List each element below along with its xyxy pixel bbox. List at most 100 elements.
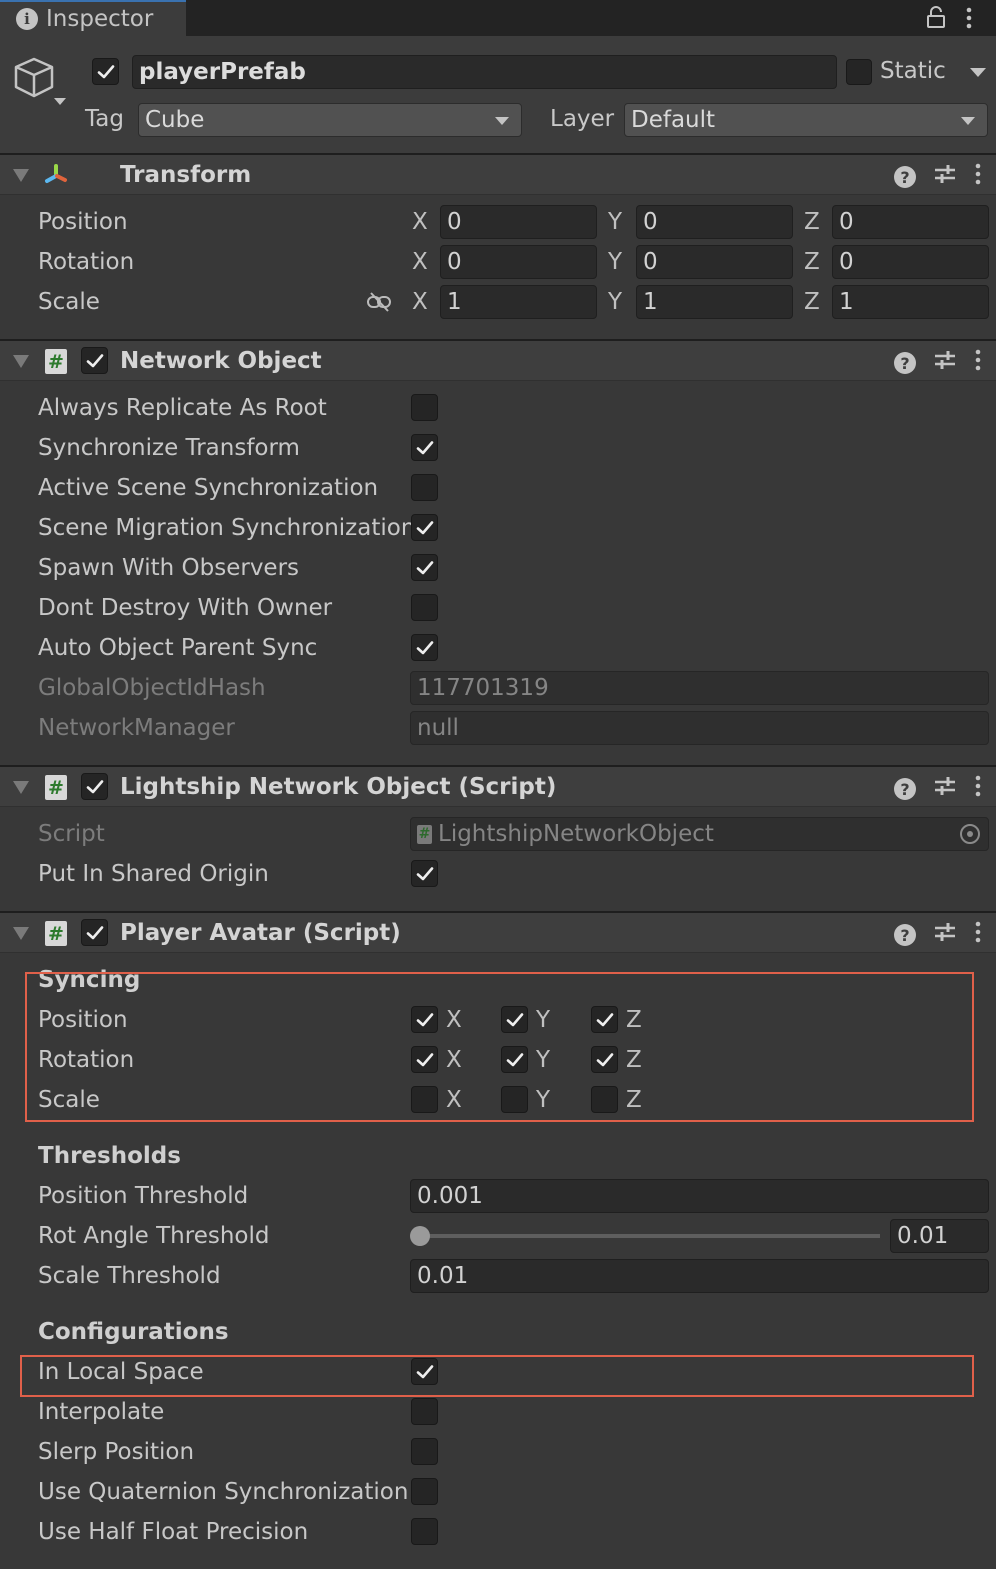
tab-inspector[interactable]: i Inspector xyxy=(0,0,186,36)
property-row: Scale X 1 Y 1 Z 1 xyxy=(0,282,996,322)
toggle-checkbox[interactable] xyxy=(411,474,438,501)
checkmark-icon xyxy=(506,1012,523,1026)
toggle-checkbox[interactable] xyxy=(411,514,438,541)
help-icon[interactable]: ? xyxy=(894,352,916,374)
kebab-menu-icon[interactable] xyxy=(974,349,982,377)
component-enabled-checkbox[interactable] xyxy=(81,919,108,946)
object-name-input[interactable]: playerPrefab xyxy=(132,55,837,89)
script-object-field[interactable]: # LightshipNetworkObject xyxy=(410,817,989,851)
vector-y-input[interactable]: 0 xyxy=(636,205,793,239)
vector-y-input[interactable]: 0 xyxy=(636,245,793,279)
property-row: Position X 0 Y 0 Z 0 xyxy=(0,202,996,242)
axis-label-x: X xyxy=(446,1047,462,1073)
presets-icon[interactable] xyxy=(934,921,956,949)
property-row: Rotation X 0 Y 0 Z 0 xyxy=(0,242,996,282)
section-header-network-object[interactable]: # Network Object? xyxy=(0,341,996,381)
cube-icon[interactable] xyxy=(14,56,68,108)
kebab-menu-icon[interactable] xyxy=(964,6,974,30)
toggle-checkbox[interactable] xyxy=(411,554,438,581)
sync-z-checkbox[interactable] xyxy=(591,1086,618,1113)
section-body-lightship-network-object: Script # LightshipNetworkObject Put In Shar… xyxy=(0,807,996,913)
vector-x-input[interactable]: 0 xyxy=(440,245,597,279)
component-enabled-checkbox[interactable] xyxy=(81,773,108,800)
vector-z-input[interactable]: 0 xyxy=(832,205,989,239)
property-row: Use Half Float Precision xyxy=(0,1512,996,1552)
help-icon[interactable]: ? xyxy=(894,924,916,946)
vector-z-input[interactable]: 1 xyxy=(832,285,989,319)
property-label: Use Half Float Precision xyxy=(38,1519,309,1545)
toggle-checkbox[interactable] xyxy=(411,434,438,461)
property-row: Use Quaternion Synchronization xyxy=(0,1472,996,1512)
axis-label-z: Z xyxy=(626,1007,642,1033)
sync-y-checkbox[interactable] xyxy=(501,1046,528,1073)
foldout-arrow-icon[interactable] xyxy=(13,781,29,794)
section-body-transform: Position X 0 Y 0 Z 0 Rotation X 0 Y 0 Z 0 Scale X 1 Y 1 Z 1 xyxy=(0,195,996,341)
property-row: Scene Migration Synchronization xyxy=(0,508,996,548)
kebab-menu-icon[interactable] xyxy=(974,163,982,191)
constrain-proportions-icon[interactable] xyxy=(366,292,394,318)
toggle-checkbox[interactable] xyxy=(411,634,438,661)
component-enabled-checkbox[interactable] xyxy=(81,347,108,374)
float-input[interactable]: 0.001 xyxy=(410,1179,989,1213)
vector-x-input[interactable]: 0 xyxy=(440,205,597,239)
kebab-menu-icon[interactable] xyxy=(974,921,982,949)
section-header-player-avatar[interactable]: # Player Avatar (Script)? xyxy=(0,913,996,953)
script-icon: # xyxy=(417,824,432,844)
property-label: Syncing xyxy=(38,967,141,993)
static-dropdown-icon[interactable] xyxy=(970,68,986,77)
toggle-checkbox[interactable] xyxy=(411,1438,438,1465)
header-actions: ? xyxy=(894,775,982,803)
object-picker-icon[interactable] xyxy=(960,824,980,844)
section-title: Network Object xyxy=(120,347,322,374)
sync-x-checkbox[interactable] xyxy=(411,1006,438,1033)
active-checkbox[interactable] xyxy=(92,58,119,85)
foldout-arrow-icon[interactable] xyxy=(13,927,29,940)
vector-x-input[interactable]: 1 xyxy=(440,285,597,319)
help-icon[interactable]: ? xyxy=(894,166,916,188)
presets-icon[interactable] xyxy=(934,775,956,803)
section-header-transform[interactable]: Transform? xyxy=(0,155,996,195)
vector-y-input[interactable]: 1 xyxy=(636,285,793,319)
vector-z-input[interactable]: 0 xyxy=(832,245,989,279)
help-icon[interactable]: ? xyxy=(894,778,916,800)
static-checkbox[interactable] xyxy=(846,59,872,85)
foldout-arrow-icon[interactable] xyxy=(13,169,29,182)
script-icon: # xyxy=(45,775,67,800)
property-label: In Local Space xyxy=(38,1359,204,1385)
toggle-checkbox[interactable] xyxy=(411,1518,438,1545)
lock-icon[interactable] xyxy=(926,6,946,28)
property-label: Rotation xyxy=(38,249,135,275)
axis-label-x: X xyxy=(446,1007,462,1033)
sync-z-checkbox[interactable] xyxy=(591,1006,618,1033)
slider-handle[interactable] xyxy=(410,1226,430,1246)
sync-x-checkbox[interactable] xyxy=(411,1046,438,1073)
chevron-down-icon xyxy=(961,117,975,125)
header-actions: ? xyxy=(894,349,982,377)
axis-label-z: Z xyxy=(626,1087,642,1113)
slider-track[interactable] xyxy=(420,1234,880,1238)
toggle-checkbox[interactable] xyxy=(411,860,438,887)
tag-dropdown[interactable]: Cube xyxy=(138,103,522,137)
checkmark-icon xyxy=(416,866,433,880)
sync-y-checkbox[interactable] xyxy=(501,1006,528,1033)
property-row: Scale X Y Z xyxy=(0,1080,996,1120)
section-header-lightship-network-object[interactable]: # Lightship Network Object (Script)? xyxy=(0,767,996,807)
toggle-checkbox[interactable] xyxy=(411,594,438,621)
sync-y-checkbox[interactable] xyxy=(501,1086,528,1113)
sync-x-checkbox[interactable] xyxy=(411,1086,438,1113)
sync-z-checkbox[interactable] xyxy=(591,1046,618,1073)
toggle-checkbox[interactable] xyxy=(411,1398,438,1425)
float-input[interactable]: 0.01 xyxy=(410,1259,989,1293)
presets-icon[interactable] xyxy=(934,349,956,377)
toggle-checkbox[interactable] xyxy=(411,1478,438,1505)
property-row: Spawn With Observers xyxy=(0,548,996,588)
foldout-arrow-icon[interactable] xyxy=(13,355,29,368)
property-row: Always Replicate As Root xyxy=(0,388,996,428)
layer-dropdown[interactable]: Default xyxy=(624,103,988,137)
slider-value-input[interactable]: 0.01 xyxy=(890,1219,989,1253)
toggle-checkbox[interactable] xyxy=(411,394,438,421)
presets-icon[interactable] xyxy=(934,163,956,191)
tag-value: Cube xyxy=(145,107,205,133)
kebab-menu-icon[interactable] xyxy=(974,775,982,803)
toggle-checkbox[interactable] xyxy=(411,1358,438,1385)
